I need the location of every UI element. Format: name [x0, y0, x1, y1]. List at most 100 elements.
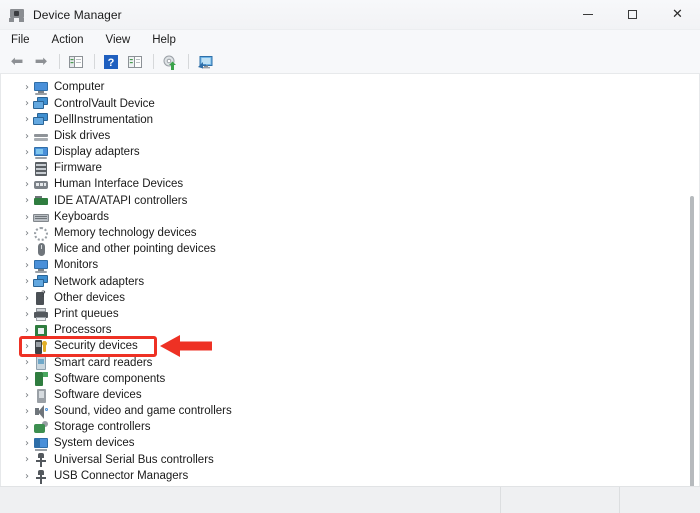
tree-item-label: System devices	[54, 437, 135, 450]
expand-chevron-icon[interactable]: ›	[21, 147, 33, 158]
expand-chevron-icon[interactable]: ›	[21, 131, 33, 142]
properties-button[interactable]	[124, 52, 146, 72]
vertical-scrollbar[interactable]	[686, 78, 697, 486]
expand-chevron-icon[interactable]: ›	[21, 325, 33, 336]
toolbar-separator-2	[94, 54, 95, 69]
expand-chevron-icon[interactable]: ›	[21, 99, 33, 109]
status-cell-3	[620, 487, 700, 513]
tree-item-label: Memory technology devices	[54, 227, 197, 240]
expand-chevron-icon[interactable]: ›	[21, 180, 33, 190]
menu-action[interactable]: Action	[50, 33, 86, 47]
close-button[interactable]: ✕	[655, 0, 700, 29]
controlvault-device-icon	[33, 96, 49, 112]
tree-item-human-interface-devices[interactable]: › Human Interface Devices	[1, 177, 699, 193]
expand-chevron-icon[interactable]: ›	[21, 261, 33, 271]
dell-instrumentation-icon	[33, 112, 49, 128]
tree-item-firmware[interactable]: › Firmware	[1, 161, 699, 177]
close-icon: ✕	[672, 7, 683, 22]
expand-chevron-icon[interactable]: ›	[21, 455, 33, 465]
expand-chevron-icon[interactable]: ›	[21, 423, 33, 433]
tree-item-label: DellInstrumentation	[54, 113, 154, 126]
vertical-scrollbar-thumb[interactable]	[690, 196, 694, 486]
tree-item-disk-drives[interactable]: › Disk drives	[1, 129, 699, 145]
expand-chevron-icon[interactable]: ›	[21, 471, 33, 482]
expand-chevron-icon[interactable]: ›	[21, 196, 33, 206]
expand-chevron-icon[interactable]: ›	[21, 244, 33, 255]
scan-hardware-icon	[162, 54, 178, 70]
tree-item-label: Storage controllers	[54, 421, 151, 434]
expand-chevron-icon[interactable]: ›	[21, 164, 33, 174]
left-arrow-icon: ⬅	[10, 52, 24, 70]
expand-chevron-icon[interactable]: ›	[21, 83, 33, 93]
tree-item-monitors[interactable]: › Monitors	[1, 258, 699, 274]
update-driver-button[interactable]	[194, 52, 216, 72]
right-arrow-icon: ➡	[34, 52, 48, 70]
expand-chevron-icon[interactable]: ›	[21, 390, 33, 401]
expand-chevron-icon[interactable]: ›	[21, 115, 33, 125]
expand-chevron-icon[interactable]: ›	[21, 342, 33, 352]
tree-item-processors[interactable]: › Processors	[1, 323, 699, 339]
tree-item-label: Security devices	[54, 340, 138, 353]
keyboard-icon	[33, 210, 49, 226]
tree-item-display-adapters[interactable]: › Display adapters	[1, 145, 699, 161]
usb-controller-icon	[33, 452, 49, 468]
tree-item-usb-connector-managers[interactable]: › USB Connector Managers	[1, 469, 699, 485]
minimize-button[interactable]	[565, 0, 610, 29]
tree-item-security-devices[interactable]: › Security devices	[1, 339, 699, 355]
device-manager-window: Device Manager ✕ File Action View Help ⬅…	[0, 0, 700, 513]
tree-item-controlvault-device[interactable]: › ControlVault Device	[1, 96, 699, 112]
scan-for-hardware-changes-button[interactable]	[159, 52, 181, 72]
tree-item-dellinstrumentation[interactable]: › DellInstrumentation	[1, 112, 699, 128]
status-bar	[0, 486, 700, 513]
toolbar-separator-1	[59, 54, 60, 69]
tree-item-mice-and-other-pointing-devices[interactable]: › Mice and other pointing devices	[1, 242, 699, 258]
maximize-button[interactable]	[610, 0, 655, 29]
expand-chevron-icon[interactable]: ›	[21, 406, 33, 417]
expand-chevron-icon[interactable]: ›	[21, 228, 33, 239]
tree-item-network-adapters[interactable]: › Network adapters	[1, 274, 699, 290]
device-tree: › Computer › ControlVault Device › DellInstru…	[1, 80, 699, 485]
firmware-icon	[33, 161, 49, 177]
tree-item-ide-ata-atapi-controllers[interactable]: › IDE ATA/ATAPI controllers	[1, 193, 699, 209]
forward-button[interactable]: ➡	[30, 52, 52, 72]
expand-chevron-icon[interactable]: ›	[21, 212, 33, 223]
tree-item-keyboards[interactable]: › Keyboards	[1, 210, 699, 226]
printer-icon	[33, 307, 49, 323]
expand-chevron-icon[interactable]: ›	[21, 277, 33, 287]
status-cell-2	[501, 487, 620, 513]
tree-item-software-components[interactable]: › Software components	[1, 371, 699, 387]
expand-chevron-icon[interactable]: ›	[21, 358, 33, 368]
computer-icon	[33, 80, 49, 96]
expand-chevron-icon[interactable]: ›	[21, 309, 33, 320]
tree-item-other-devices[interactable]: ›? Other devices	[1, 290, 699, 306]
tree-item-system-devices[interactable]: › System devices	[1, 436, 699, 452]
tree-item-label: Network adapters	[54, 275, 145, 288]
tree-item-memory-technology-devices[interactable]: › Memory technology devices	[1, 226, 699, 242]
tree-item-software-devices[interactable]: › Software devices	[1, 388, 699, 404]
menu-view[interactable]: View	[104, 33, 133, 47]
menu-file[interactable]: File	[9, 33, 32, 47]
help-button[interactable]: ?	[100, 52, 122, 72]
tree-item-storage-controllers[interactable]: › Storage controllers	[1, 420, 699, 436]
menu-help[interactable]: Help	[150, 33, 178, 47]
security-device-icon	[33, 339, 49, 355]
show-hide-console-tree-button[interactable]	[65, 52, 87, 72]
expand-chevron-icon[interactable]: ›	[21, 439, 33, 449]
mouse-icon	[33, 242, 49, 258]
device-tree-panel[interactable]: › Computer › ControlVault Device › DellInstru…	[0, 74, 700, 486]
tree-item-sound-video-and-game-controllers[interactable]: › Sound, video and game controllers	[1, 404, 699, 420]
svg-text:?: ?	[108, 57, 115, 69]
tree-item-universal-serial-bus-controllers[interactable]: › Universal Serial Bus controllers	[1, 452, 699, 468]
tree-item-print-queues[interactable]: › Print queues	[1, 307, 699, 323]
tree-item-label: Mice and other pointing devices	[54, 243, 216, 256]
tree-item-label: Monitors	[54, 259, 99, 272]
usb-connector-manager-icon	[33, 469, 49, 485]
expand-chevron-icon[interactable]: ›	[21, 374, 33, 384]
back-button[interactable]: ⬅	[6, 52, 28, 72]
tree-item-smart-card-readers[interactable]: › Smart card readers	[1, 355, 699, 371]
window-controls: ✕	[565, 0, 700, 29]
tree-item-label: Other devices	[54, 291, 125, 304]
expand-chevron-icon[interactable]: ›	[21, 293, 33, 304]
toolbar-separator-4	[188, 54, 189, 69]
tree-item-computer[interactable]: › Computer	[1, 80, 699, 96]
